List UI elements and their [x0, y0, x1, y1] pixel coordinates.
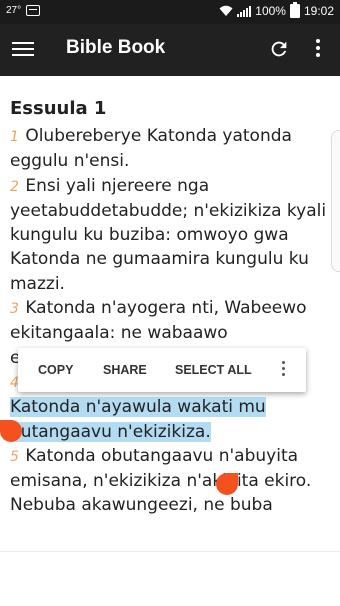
wifi-icon — [219, 5, 233, 16]
verse-2[interactable]: 2 Ensi yali njereere nga yeetabuddetabud… — [10, 174, 328, 296]
app-title: Bible Book — [66, 37, 166, 58]
status-right: 100% 19:02 — [219, 2, 334, 18]
message-icon — [26, 5, 41, 16]
chapter-content: Essuula 1 1 Olubereberye Katonda yatonda… — [10, 96, 328, 518]
bottom-bar — [0, 552, 340, 606]
text-selection-menu: COPY SHARE SELECT ALL — [18, 348, 306, 392]
battery-icon — [289, 2, 300, 18]
scroll-edge-handle[interactable] — [331, 130, 340, 272]
status-bar: 27° 100% 19:02 — [0, 0, 340, 24]
refresh-icon[interactable] — [268, 38, 290, 60]
battery-percent: 100% — [255, 4, 286, 18]
status-left: 27° — [6, 5, 41, 16]
temperature-text: 27° — [6, 5, 22, 16]
verse-number: 1 — [10, 129, 19, 145]
copy-button[interactable]: COPY — [38, 363, 73, 377]
verse-5[interactable]: 5 Katonda obutangaavu n'abuyita emisana,… — [10, 444, 328, 518]
verse-text: Olubereberye Katonda yatonda eggulu n'en… — [10, 126, 292, 172]
chapter-title: Essuula 1 — [10, 98, 107, 119]
menu-icon[interactable] — [12, 39, 34, 61]
signal-icon — [237, 5, 252, 17]
clock: 19:02 — [303, 4, 334, 18]
share-button[interactable]: SHARE — [103, 363, 147, 377]
verse-number: 2 — [10, 178, 19, 195]
more-vert-icon[interactable] — [308, 38, 328, 60]
app-bar: Bible Book — [0, 24, 340, 76]
verse-text: Katonda obutangaavu n'abuyita emisana, n… — [10, 445, 312, 516]
select-all-button[interactable]: SELECT ALL — [175, 363, 252, 377]
verse-number: 5 — [10, 448, 19, 465]
more-options-icon[interactable] — [280, 360, 286, 380]
verse-1[interactable]: 1 Olubereberye Katonda yatonda eggulu n'… — [10, 124, 328, 174]
selection-end-handle[interactable] — [216, 473, 238, 495]
verse-number: 3 — [10, 301, 19, 318]
verse-text: Ensi yali njereere nga yeetabuddetabudde… — [10, 175, 327, 294]
selection-start-handle[interactable] — [0, 420, 22, 442]
